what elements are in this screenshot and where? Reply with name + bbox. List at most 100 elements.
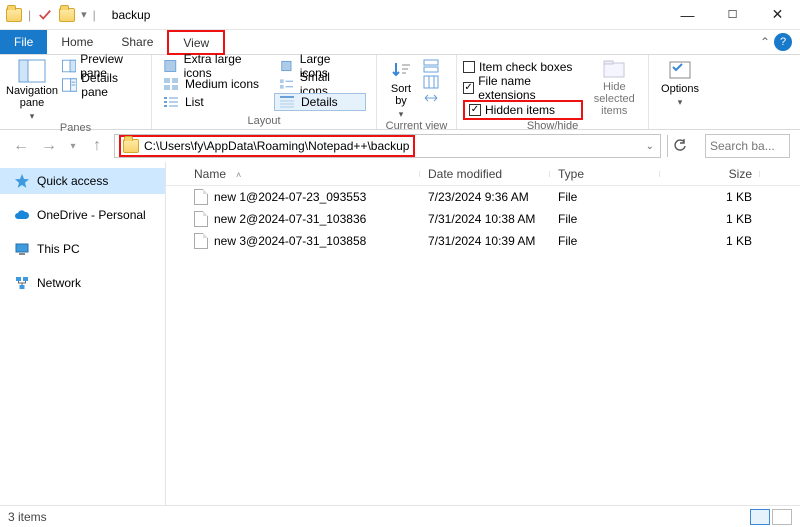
- layout-list[interactable]: List: [158, 93, 274, 111]
- size-columns-icon[interactable]: [423, 91, 439, 105]
- navigation-pane-icon: [18, 59, 46, 83]
- details-pane-button[interactable]: Details pane: [62, 76, 145, 94]
- column-date[interactable]: Date modified: [420, 167, 550, 181]
- add-columns-icon[interactable]: [423, 75, 439, 89]
- file-list: new 1@2024-07-23_093553 7/23/2024 9:36 AM…: [166, 186, 800, 252]
- minimize-button[interactable]: —: [665, 0, 710, 30]
- sidebar-onedrive[interactable]: OneDrive - Personal: [0, 202, 165, 228]
- file-name: new 1@2024-07-23_093553: [214, 190, 366, 204]
- star-icon: [14, 173, 30, 189]
- sort-asc-icon: ˄: [236, 170, 241, 180]
- qat-overflow-icon[interactable]: ▾: [81, 8, 87, 21]
- layout-details[interactable]: Details: [274, 93, 366, 111]
- folder-icon: [6, 8, 22, 22]
- column-headers: Name˄ Date modified Type Size: [166, 162, 800, 186]
- hide-selected-button[interactable]: Hide selected items: [587, 57, 642, 117]
- group-label-layout: Layout: [152, 115, 376, 129]
- tab-home[interactable]: Home: [47, 30, 107, 54]
- table-row[interactable]: new 1@2024-07-23_093553 7/23/2024 9:36 AM…: [166, 186, 800, 208]
- sidebar-quick-access[interactable]: Quick access: [0, 168, 165, 194]
- group-by-icon[interactable]: [423, 59, 439, 73]
- file-icon: [194, 233, 208, 249]
- help-icon[interactable]: ?: [774, 33, 792, 51]
- preview-pane-icon: [62, 59, 76, 73]
- maximize-button[interactable]: ☐: [710, 0, 755, 30]
- file-name: new 3@2024-07-31_103858: [214, 234, 366, 248]
- file-name: new 2@2024-07-31_103836: [214, 212, 366, 226]
- sort-by-button[interactable]: Sort by ▾: [383, 57, 419, 120]
- column-type[interactable]: Type: [550, 167, 660, 181]
- navigation-pane-button[interactable]: Navigation pane ▾: [6, 57, 58, 122]
- cloud-icon: [14, 207, 30, 223]
- recent-locations-button[interactable]: ▾: [66, 135, 80, 157]
- title-separator: |: [28, 8, 31, 22]
- ribbon-collapse-icon[interactable]: ⌃: [756, 30, 774, 54]
- options-icon: [668, 59, 692, 81]
- view-details-button[interactable]: [750, 509, 770, 525]
- checkmark-icon: [37, 8, 53, 22]
- title-bar: | ▾ | backup — ☐ ✕: [0, 0, 800, 30]
- navigation-sidebar: Quick access OneDrive - Personal This PC…: [0, 162, 166, 505]
- sidebar-this-pc[interactable]: This PC: [0, 236, 165, 262]
- nav-row: ← → ▾ ↑ C:\Users\fy\AppData\Roaming\Note…: [0, 130, 800, 162]
- folder-icon: [123, 139, 139, 153]
- checkbox-icon: ✓: [469, 104, 481, 116]
- options-button[interactable]: Options ▾: [655, 57, 705, 108]
- window-title: backup: [112, 8, 151, 22]
- status-item-count: 3 items: [8, 510, 47, 524]
- address-dropdown-icon[interactable]: ⌄: [640, 141, 660, 152]
- file-pane: Name˄ Date modified Type Size new 1@2024…: [166, 162, 800, 505]
- refresh-button[interactable]: [667, 135, 691, 157]
- file-type: File: [550, 190, 660, 204]
- file-date: 7/31/2024 10:39 AM: [420, 234, 550, 248]
- forward-button[interactable]: →: [38, 135, 60, 157]
- view-large-button[interactable]: [772, 509, 792, 525]
- checkbox-icon: [463, 61, 475, 73]
- hidden-items-toggle[interactable]: ✓ Hidden items: [463, 100, 583, 120]
- network-icon: [14, 275, 30, 291]
- hide-icon: [602, 59, 626, 79]
- icons-details-icon: [279, 95, 295, 109]
- pc-icon: [14, 241, 30, 257]
- title-separator: |: [93, 8, 96, 22]
- file-size: 1 KB: [660, 234, 760, 248]
- file-size: 1 KB: [660, 212, 760, 226]
- file-size: 1 KB: [660, 190, 760, 204]
- refresh-icon: [673, 139, 687, 153]
- search-box[interactable]: Search ba...: [705, 134, 790, 158]
- tab-file[interactable]: File: [0, 30, 47, 54]
- file-icon: [194, 189, 208, 205]
- table-row[interactable]: new 3@2024-07-31_103858 7/31/2024 10:39 A…: [166, 230, 800, 252]
- icons-xl-icon: [163, 59, 178, 73]
- status-bar: 3 items: [0, 505, 800, 527]
- tab-share[interactable]: Share: [107, 30, 167, 54]
- details-pane-icon: [62, 78, 77, 92]
- file-type: File: [550, 212, 660, 226]
- up-button[interactable]: ↑: [86, 135, 108, 157]
- folder-icon: [59, 8, 75, 22]
- close-button[interactable]: ✕: [755, 0, 800, 30]
- file-icon: [194, 211, 208, 227]
- group-label-showhide: Show/hide: [457, 120, 648, 134]
- icons-md-icon: [163, 77, 179, 91]
- column-size[interactable]: Size: [660, 167, 760, 181]
- address-bar[interactable]: C:\Users\fy\AppData\Roaming\Notepad++\ba…: [114, 134, 661, 158]
- sidebar-network[interactable]: Network: [0, 270, 165, 296]
- sort-icon: [390, 59, 412, 81]
- file-type: File: [550, 234, 660, 248]
- column-name[interactable]: Name˄: [166, 167, 420, 181]
- address-path: C:\Users\fy\AppData\Roaming\Notepad++\ba…: [144, 139, 409, 153]
- icons-lg-icon: [279, 59, 294, 73]
- icons-list-icon: [163, 95, 179, 109]
- layout-small[interactable]: Small icons: [274, 75, 366, 93]
- file-date: 7/23/2024 9:36 AM: [420, 190, 550, 204]
- layout-medium[interactable]: Medium icons: [158, 75, 274, 93]
- file-date: 7/31/2024 10:38 AM: [420, 212, 550, 226]
- layout-extra-large[interactable]: Extra large icons: [158, 57, 274, 75]
- file-ext-toggle[interactable]: ✓ File name extensions: [463, 79, 583, 97]
- ribbon: Navigation pane ▾ Preview pane Details p…: [0, 55, 800, 130]
- search-placeholder: Search ba...: [710, 139, 775, 153]
- table-row[interactable]: new 2@2024-07-31_103836 7/31/2024 10:38 A…: [166, 208, 800, 230]
- group-label-currentview: Current view: [377, 120, 456, 134]
- back-button[interactable]: ←: [10, 135, 32, 157]
